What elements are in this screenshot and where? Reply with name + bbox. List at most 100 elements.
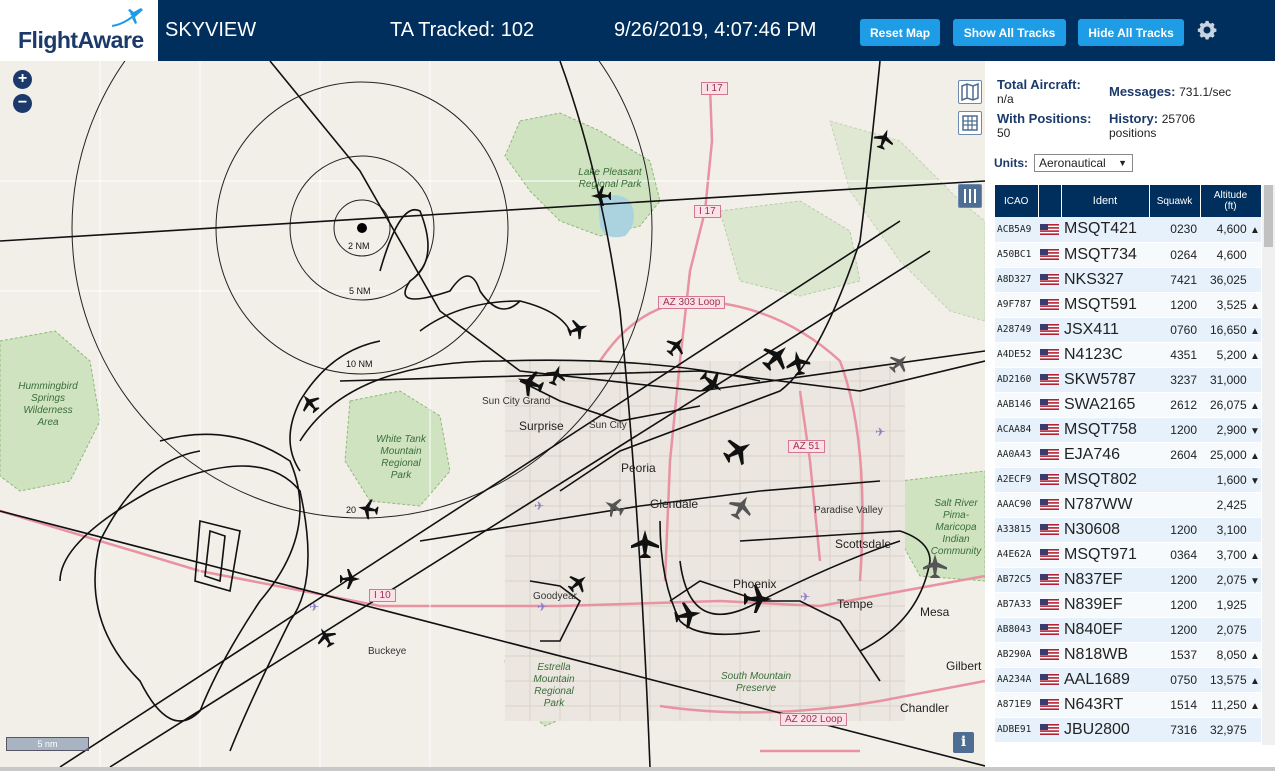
svg-text:✈: ✈ bbox=[537, 600, 547, 614]
table-row[interactable]: AB72C5 N837EF 1200 2,075 ▼ bbox=[995, 567, 1261, 593]
us-flag-icon bbox=[1040, 299, 1059, 311]
table-row[interactable]: AAAC90 N787WW 2,425 bbox=[995, 492, 1261, 518]
table-row[interactable]: AB7A33 N839EF 1200 1,925 bbox=[995, 592, 1261, 618]
altitude-trend-icon: ▲ bbox=[1250, 550, 1260, 562]
column-header-ident[interactable]: Ident bbox=[1061, 185, 1150, 217]
squawk-cell: 3237 bbox=[1149, 367, 1200, 393]
column-header-squawk[interactable]: Squawk bbox=[1149, 185, 1201, 217]
column-header-icao[interactable]: ICAO bbox=[995, 185, 1039, 217]
gear-icon[interactable] bbox=[1195, 18, 1219, 42]
altitude-cell: 25,000 ▲ bbox=[1200, 442, 1261, 468]
column-header-flag[interactable] bbox=[1038, 185, 1062, 217]
squawk-cell: 1200 bbox=[1149, 592, 1200, 618]
squawk-cell: 0230 bbox=[1149, 217, 1200, 243]
altitude-cell: 16,650 ▲ bbox=[1200, 317, 1261, 343]
icao-cell: AA0A43 bbox=[995, 442, 1038, 468]
ident-cell: N818WB bbox=[1061, 642, 1149, 668]
table-row[interactable]: AAB146 SWA2165 2612 26,075 ▲ bbox=[995, 392, 1261, 418]
ident-cell: MSQT591 bbox=[1061, 292, 1149, 318]
table-row[interactable]: AB8043 N840EF 1200 2,075 bbox=[995, 617, 1261, 643]
ident-cell: N787WW bbox=[1061, 492, 1149, 518]
ident-cell: SWA2165 bbox=[1061, 392, 1149, 418]
altitude-trend-icon: ▲ bbox=[1250, 400, 1260, 412]
altitude-cell: 26,075 ▲ bbox=[1200, 392, 1261, 418]
history-label: History: 25706 bbox=[1109, 111, 1196, 126]
table-row[interactable]: AD2160 SKW5787 3237 31,000 bbox=[995, 367, 1261, 393]
ident-cell: NKS327 bbox=[1061, 267, 1149, 293]
squawk-cell: 7316 bbox=[1149, 717, 1200, 743]
table-row[interactable]: AA0A43 EJA746 2604 25,000 ▲ bbox=[995, 442, 1261, 468]
flightaware-logo[interactable]: FlightAware bbox=[0, 0, 158, 61]
icao-cell: AB7A33 bbox=[995, 592, 1038, 618]
table-row[interactable]: A871E9 N643RT 1514 11,250 ▲ bbox=[995, 692, 1261, 718]
table-row[interactable]: ACB5A9 MSQT421 0230 4,600 ▲ bbox=[995, 217, 1261, 243]
ident-cell: N839EF bbox=[1061, 592, 1149, 618]
reset-map-button[interactable]: Reset Map bbox=[860, 19, 940, 46]
table-row[interactable]: A2ECF9 MSQT802 1,600 ▼ bbox=[995, 467, 1261, 493]
airplane-icon bbox=[666, 338, 684, 357]
scrollbar-thumb[interactable] bbox=[1264, 185, 1273, 247]
svg-text:✈: ✈ bbox=[534, 499, 544, 513]
with-positions-label: With Positions: bbox=[997, 111, 1092, 126]
ident-cell: MSQT802 bbox=[1061, 467, 1149, 493]
flag-cell bbox=[1038, 592, 1061, 618]
range-ring-label: 2 NM bbox=[348, 241, 370, 251]
table-row[interactable]: A9F787 MSQT591 1200 3,525 ▲ bbox=[995, 292, 1261, 318]
altitude-trend-icon: ▲ bbox=[1250, 350, 1260, 362]
altitude-cell: 32,975 bbox=[1200, 717, 1261, 743]
squawk-cell: 2612 bbox=[1149, 392, 1200, 418]
city-label: Peoria bbox=[621, 461, 656, 475]
city-label: Buckeye bbox=[368, 646, 407, 657]
altitude-cell: 8,050 ▲ bbox=[1200, 642, 1261, 668]
grid-icon[interactable] bbox=[958, 111, 982, 135]
column-header-altitude[interactable]: Altitude (ft) bbox=[1200, 185, 1262, 217]
altitude-cell: 2,075 ▼ bbox=[1200, 567, 1261, 593]
map-canvas[interactable]: ✈ ✈ ✈ ✈ ✈ bbox=[0, 61, 985, 767]
ident-cell: SKW5787 bbox=[1061, 367, 1149, 393]
altitude-cell: 3,700 ▲ bbox=[1200, 542, 1261, 568]
icao-cell: AD2160 bbox=[995, 367, 1038, 393]
table-row[interactable]: ACAA84 MSQT758 1200 2,900 ▼ bbox=[995, 417, 1261, 443]
altitude-cell: 11,250 ▲ bbox=[1200, 692, 1261, 718]
map-layer-icon[interactable] bbox=[958, 80, 982, 104]
table-row[interactable]: A4E62A MSQT971 0364 3,700 ▲ bbox=[995, 542, 1261, 568]
us-flag-icon bbox=[1040, 223, 1059, 235]
table-row[interactable]: AA234A AAL1689 0750 13,575 ▲ bbox=[995, 667, 1261, 693]
icao-cell: ACAA84 bbox=[995, 417, 1038, 443]
us-flag-icon bbox=[1040, 574, 1059, 586]
table-row[interactable]: A4DE52 N4123C 4351 5,200 ▲ bbox=[995, 342, 1261, 368]
table-row[interactable]: A8D327 NKS327 7421 36,025 bbox=[995, 267, 1261, 293]
ident-cell: N840EF bbox=[1061, 617, 1149, 643]
show-all-tracks-button[interactable]: Show All Tracks bbox=[953, 19, 1066, 46]
with-positions-value: 50 bbox=[997, 126, 1011, 140]
table-scrollbar[interactable] bbox=[1262, 185, 1275, 745]
flight-map[interactable]: ✈ ✈ ✈ ✈ ✈ 2 NM 5 NM 10 NM 20 Surprise Su… bbox=[0, 61, 985, 767]
city-label: Glendale bbox=[650, 497, 699, 511]
flag-cell bbox=[1038, 642, 1061, 668]
altitude-trend-icon: ▲ bbox=[1250, 675, 1260, 687]
table-row[interactable]: A50BC1 MSQT734 0264 4,600 bbox=[995, 242, 1261, 268]
columns-icon[interactable] bbox=[958, 184, 982, 208]
flag-cell bbox=[1038, 267, 1061, 293]
horizontal-scrollbar[interactable] bbox=[0, 767, 1275, 771]
logo-text: FlightAware bbox=[18, 27, 144, 53]
zoom-in-icon[interactable]: + bbox=[13, 70, 32, 89]
ident-cell: MSQT758 bbox=[1061, 417, 1149, 443]
ident-cell: N643RT bbox=[1061, 692, 1149, 718]
hide-all-tracks-button[interactable]: Hide All Tracks bbox=[1078, 19, 1184, 46]
table-row[interactable]: A28749 JSX411 0760 16,650 ▲ bbox=[995, 317, 1261, 343]
altitude-trend-icon: ▼ bbox=[1250, 475, 1260, 487]
flag-cell bbox=[1038, 517, 1061, 543]
table-row[interactable]: ADBE91 JBU2800 7316 32,975 bbox=[995, 717, 1261, 743]
table-row[interactable]: AB290A N818WB 1537 8,050 ▲ bbox=[995, 642, 1261, 668]
squawk-cell: 1200 bbox=[1149, 292, 1200, 318]
squawk-cell bbox=[1149, 467, 1200, 493]
units-select[interactable]: Aeronautical ▼ bbox=[1034, 154, 1133, 172]
info-icon[interactable]: i bbox=[953, 732, 974, 753]
history-unit: positions bbox=[1109, 126, 1157, 140]
table-row[interactable]: A33815 N30608 1200 3,100 bbox=[995, 517, 1261, 543]
altitude-cell: 5,200 ▲ bbox=[1200, 342, 1261, 368]
ident-cell: MSQT971 bbox=[1061, 542, 1149, 568]
ident-cell: MSQT734 bbox=[1061, 242, 1149, 268]
zoom-out-icon[interactable]: − bbox=[13, 94, 32, 113]
